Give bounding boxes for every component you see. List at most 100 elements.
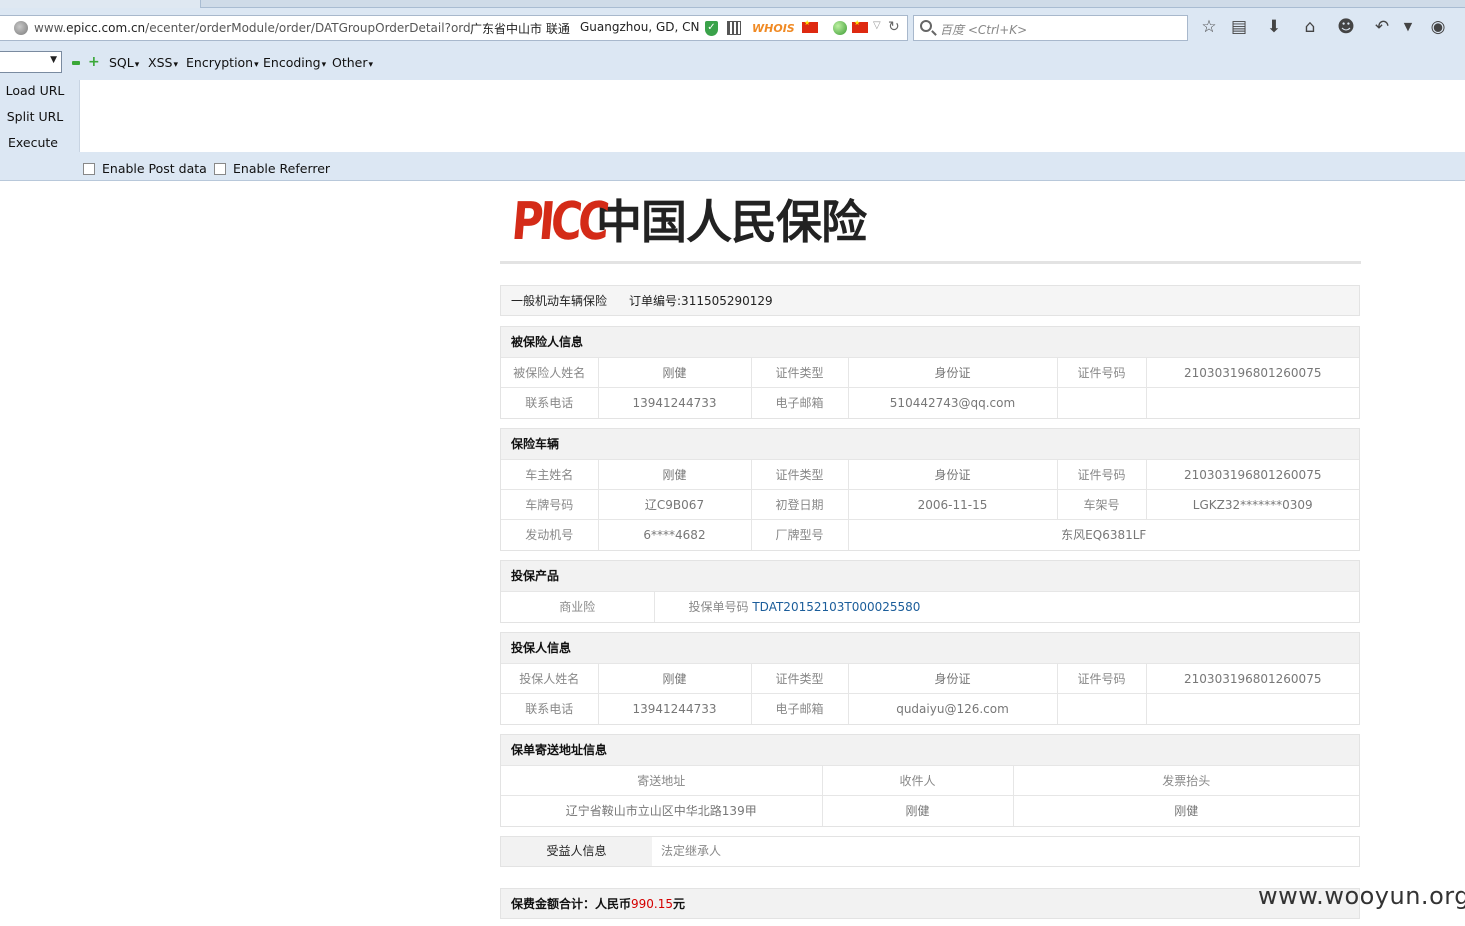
load-url-button[interactable]: Load URL	[0, 83, 70, 98]
total-label: 保费金额合计：人民币	[511, 897, 632, 911]
applicant-section: 投保人信息 投保人姓名 刚健 证件类型 身份证 证件号码 21030319680…	[500, 632, 1360, 725]
section-title: 投保产品	[501, 561, 1359, 591]
active-tab-edge[interactable]	[200, 0, 1465, 8]
table-row: 车牌号码 辽C9B067 初登日期 2006-11-15 车架号 LGKZ32*…	[501, 489, 1359, 520]
section-title: 保险车辆	[501, 429, 1359, 459]
table-row: 联系电话 13941244733 电子邮箱 qudaiyu@126.com	[501, 693, 1359, 724]
field-value: 210303196801260075	[1145, 357, 1359, 388]
field-label	[1056, 387, 1146, 418]
vehicle-section: 保险车辆 车主姓名 刚健 证件类型 身份证 证件号码 2103031968012…	[500, 428, 1360, 551]
product-section: 投保产品 商业险 投保单号码 TDAT20152103T000025580	[500, 560, 1360, 623]
reading-list-icon[interactable]: ▤	[1229, 17, 1249, 37]
picc-logo: PICC 中国人民保险	[509, 192, 867, 252]
execute-button[interactable]: Execute	[0, 135, 68, 150]
field-label: 车主姓名	[501, 459, 598, 490]
url-history-dropdown-icon[interactable]: ▽	[873, 20, 881, 31]
applicant-table: 投保人姓名 刚健 证件类型 身份证 证件号码 21030319680126007…	[501, 663, 1359, 724]
field-value: 刚健	[597, 459, 751, 490]
china-flag-icon[interactable]	[852, 19, 868, 33]
shield-icon[interactable]: ✓	[705, 21, 718, 36]
field-label: 电子邮箱	[750, 387, 848, 418]
logo-latin: PICC	[509, 192, 608, 252]
field-label: 厂牌型号	[750, 519, 848, 550]
qr-code-icon[interactable]	[727, 21, 741, 35]
policy-cell: 投保单号码 TDAT20152103T000025580	[653, 591, 1359, 622]
star-icon[interactable]: ☆	[1199, 17, 1219, 37]
delivery-table: 寄送地址 收件人 发票抬头 辽宁省鞍山市立山区中华北路139甲 刚健 刚健	[501, 765, 1359, 826]
xss-menu[interactable]: XSS	[148, 55, 178, 70]
home-icon[interactable]: ⌂	[1300, 17, 1320, 37]
field-value: 辽C9B067	[597, 489, 751, 520]
field-label	[1056, 693, 1146, 724]
decrease-icon[interactable]	[72, 61, 80, 65]
download-icon[interactable]: ⬇	[1264, 17, 1284, 37]
checkbox-box[interactable]	[214, 162, 226, 175]
enable-referrer-checkbox[interactable]: Enable Referrer	[214, 161, 330, 176]
delivery-section: 保单寄送地址信息 寄送地址 收件人 发票抬头 辽宁省鞍山市立山区中华北路139甲…	[500, 734, 1360, 827]
field-value: 身份证	[847, 357, 1057, 388]
hackbar-version-select[interactable]	[0, 51, 62, 73]
policy-label: 投保单号码	[688, 600, 749, 615]
undo-icon[interactable]: ↶	[1372, 17, 1392, 37]
insured-section: 被保险人信息 被保险人姓名 刚健 证件类型 身份证 证件号码 210303196…	[500, 326, 1360, 419]
globe-addon-icon[interactable]	[833, 21, 847, 35]
field-value: 510442743@qq.com	[847, 387, 1057, 418]
column-header: 寄送地址	[501, 765, 822, 796]
url-text[interactable]: www.epicc.com.cn/ecenter/orderModule/ord…	[34, 21, 471, 35]
field-value: qudaiyu@126.com	[847, 693, 1057, 724]
insured-table: 被保险人姓名 刚健 证件类型 身份证 证件号码 2103031968012600…	[501, 357, 1359, 418]
split-url-button[interactable]: Split URL	[0, 109, 70, 124]
field-label: 证件号码	[1056, 663, 1146, 694]
column-header: 发票抬头	[1012, 765, 1359, 796]
search-placeholder[interactable]: 百度 <Ctrl+K>	[940, 21, 1027, 38]
field-value: 6****4682	[597, 519, 751, 550]
table-row: 投保人姓名 刚健 证件类型 身份证 证件号码 21030319680126007…	[501, 663, 1359, 694]
china-flag-icon[interactable]	[802, 19, 818, 33]
delivery-address: 辽宁省鞍山市立山区中华北路139甲	[501, 795, 822, 826]
increase-icon[interactable]: +	[88, 55, 100, 69]
table-row: 寄送地址 收件人 发票抬头	[501, 765, 1359, 796]
field-value: 13941244733	[597, 693, 751, 724]
column-header: 收件人	[821, 765, 1013, 796]
section-title: 被保险人信息	[501, 327, 1359, 357]
other-menu[interactable]: Other	[332, 55, 373, 70]
sql-menu[interactable]: SQL	[109, 55, 139, 70]
vehicle-table: 车主姓名 刚健 证件类型 身份证 证件号码 210303196801260075…	[501, 459, 1359, 550]
invoice-title: 刚健	[1012, 795, 1359, 826]
table-row: 商业险 投保单号码 TDAT20152103T000025580	[501, 591, 1359, 622]
encoding-menu[interactable]: Encoding	[263, 55, 326, 70]
enable-referrer-label[interactable]: Enable Referrer	[233, 161, 330, 176]
field-label: 投保人姓名	[501, 663, 598, 694]
section-title: 投保人信息	[501, 633, 1359, 663]
enable-post-label[interactable]: Enable Post data	[102, 161, 207, 176]
field-label: 证件号码	[1056, 357, 1146, 388]
policy-number-link[interactable]: TDAT20152103T000025580	[752, 600, 920, 614]
search-icon[interactable]	[920, 20, 932, 32]
geo-location-region: 广东省中山市 联通	[470, 22, 570, 36]
watermark: www.wooyun.org	[1258, 882, 1465, 910]
field-label: 初登日期	[750, 489, 848, 520]
search-bar[interactable]: 百度 <Ctrl+K>	[913, 15, 1188, 41]
field-value: 210303196801260075	[1145, 663, 1359, 694]
order-type: 一般机动车辆保险	[511, 294, 608, 308]
beneficiary-section: 受益人信息 法定继承人	[500, 836, 1360, 867]
comment-icon[interactable]: ◉	[1428, 17, 1448, 37]
field-label: 证件类型	[750, 357, 848, 388]
enable-post-checkbox[interactable]: Enable Post data	[83, 161, 207, 176]
menu-arrow-icon[interactable]: ▼	[1398, 17, 1418, 37]
whois-link[interactable]: WHOIS	[752, 22, 795, 35]
recipient: 刚健	[821, 795, 1013, 826]
field-label: 证件类型	[750, 459, 848, 490]
field-value	[1145, 693, 1359, 724]
field-label: 被保险人姓名	[501, 357, 598, 388]
field-label: 联系电话	[501, 387, 598, 418]
table-row: 发动机号 6****4682 厂牌型号 东风EQ6381LF	[501, 519, 1359, 550]
reload-icon[interactable]: ↻	[888, 19, 900, 35]
site-identity-icon[interactable]	[14, 21, 28, 35]
hackbar-url-textarea[interactable]	[79, 80, 1465, 152]
checkbox-box[interactable]	[83, 162, 95, 175]
field-value: 刚健	[597, 663, 751, 694]
url-bar[interactable]: www.epicc.com.cn/ecenter/orderModule/ord…	[0, 15, 908, 41]
encryption-menu[interactable]: Encryption	[186, 55, 259, 70]
chat-icon[interactable]: ☻	[1336, 17, 1356, 37]
